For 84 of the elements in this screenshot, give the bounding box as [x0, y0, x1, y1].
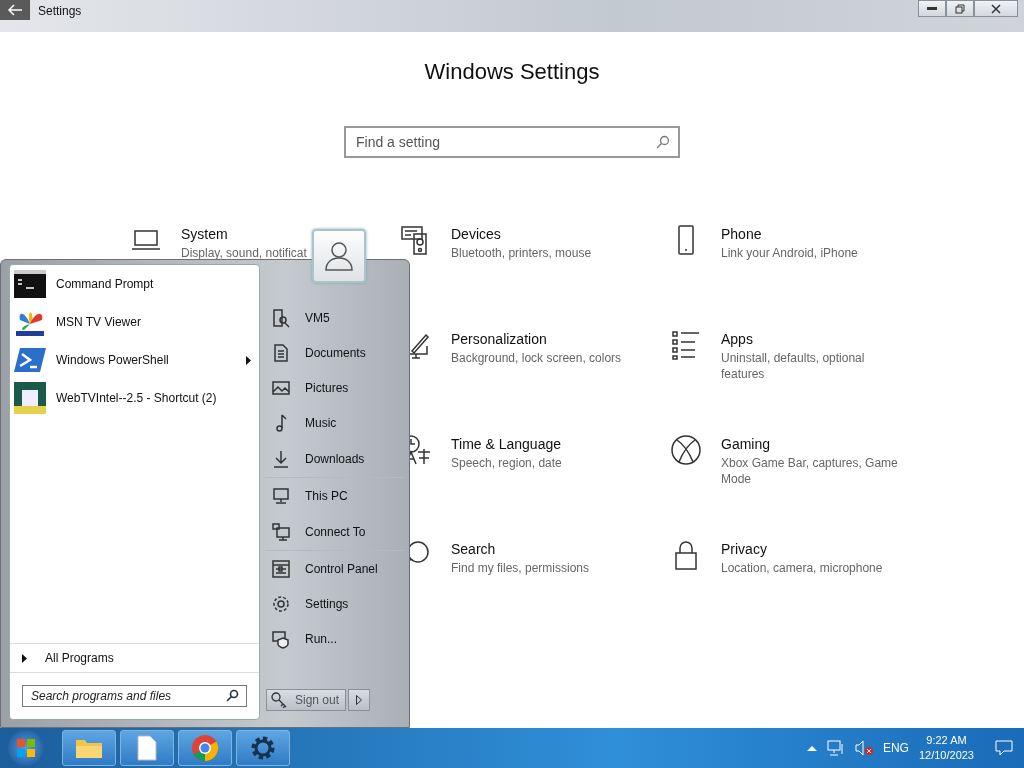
category-description: Link your Android, iPhone [721, 244, 858, 261]
chrome-button[interactable] [178, 730, 232, 766]
user-folder-icon [271, 307, 291, 328]
document-button[interactable] [120, 730, 174, 766]
category-description: Bluetooth, printers, mouse [451, 244, 592, 261]
program-item[interactable]: WebTVIntel--2.5 - Shortcut (2) [10, 379, 259, 417]
start-menu-link[interactable]: Downloads [265, 440, 405, 478]
folder-icon [75, 737, 103, 759]
windows-logo-icon [16, 738, 36, 758]
start-menu-link[interactable]: Pictures [265, 370, 405, 405]
category-title[interactable]: Devices [451, 225, 501, 243]
start-menu-link[interactable]: Connect To [265, 513, 405, 551]
right-arrow-icon [356, 695, 363, 705]
terminal-icon [14, 270, 46, 298]
all-programs-item[interactable]: All Programs [10, 643, 259, 673]
category-title[interactable]: Apps [721, 330, 753, 348]
shortcut-file-icon [14, 382, 46, 414]
window-title: Settings [38, 4, 82, 18]
restore-icon [955, 3, 965, 14]
clock-date[interactable]: 12/10/2023 [918, 748, 974, 763]
category-title[interactable]: Search [451, 540, 496, 558]
page-heading: Windows Settings [423, 59, 601, 85]
minimize-button[interactable] [918, 0, 946, 17]
user-silhouette-icon [325, 241, 353, 271]
start-menu-link[interactable]: Settings [265, 586, 405, 621]
network-icon [271, 521, 291, 542]
back-arrow-icon [7, 4, 23, 16]
category-description: Find my files, permissions [451, 559, 590, 576]
start-menu-link[interactable]: Music [265, 405, 405, 440]
category-description: Xbox Game Bar, captures, Game Mode [721, 454, 899, 487]
speech-bubble-icon [995, 740, 1013, 756]
program-item[interactable]: MSN TV Viewer [10, 303, 259, 341]
start-button[interactable] [8, 730, 44, 766]
settings-button[interactable] [236, 730, 290, 766]
category-title[interactable]: Gaming [721, 435, 771, 453]
category-title[interactable]: Time & Language [451, 435, 561, 453]
category-description: Background, lock screen, colors [451, 349, 622, 366]
category-description: Display, sound, notificat [181, 244, 307, 261]
category-title[interactable]: Privacy [721, 540, 767, 558]
program-search-field[interactable]: Search programs and files [22, 685, 247, 707]
start-menu-link[interactable]: Documents [265, 335, 405, 370]
submenu-arrow-icon [246, 355, 251, 365]
back-button[interactable] [0, 0, 30, 20]
minimize-icon [927, 6, 937, 11]
file-explorer-button[interactable] [62, 730, 116, 766]
expand-arrow-icon [22, 653, 27, 663]
search-icon [226, 689, 239, 702]
clock-time[interactable]: 9:22 AM [926, 733, 967, 748]
category-description: Location, camera, microphone [721, 559, 883, 576]
blank-file-icon [137, 735, 157, 761]
run-shield-icon [271, 628, 291, 649]
powershell-icon [14, 346, 46, 374]
download-icon [271, 448, 291, 469]
close-icon [991, 3, 1001, 14]
category-title[interactable]: Phone [721, 225, 762, 243]
user-avatar[interactable] [312, 229, 366, 283]
up-caret-icon[interactable] [806, 745, 817, 751]
control-panel-icon [271, 558, 291, 579]
gear-icon [271, 593, 291, 614]
monitor-icon [271, 485, 291, 506]
category-description: Uninstall, defaults, optional features [721, 349, 866, 382]
start-menu-link[interactable]: Run... [265, 621, 405, 656]
xbox-icon [670, 433, 702, 466]
category-title[interactable]: Personalization [451, 330, 547, 348]
key-icon [271, 692, 287, 708]
chrome-logo-icon [191, 734, 219, 762]
muted-speaker-icon[interactable] [854, 740, 873, 756]
restore-button[interactable] [946, 0, 974, 17]
close-button[interactable] [974, 0, 1018, 17]
search-field[interactable]: Find a setting [344, 125, 680, 158]
gear-icon [250, 735, 276, 761]
sign-out-button[interactable]: Sign out [266, 689, 347, 711]
program-item[interactable]: Windows PowerShell [10, 341, 259, 379]
category-title[interactable]: System [181, 225, 228, 243]
start-menu-link[interactable]: This PC [265, 478, 405, 513]
language-indicator[interactable]: ENG [882, 741, 909, 755]
apps-list-icon [670, 328, 702, 361]
category-description: Speech, region, date [451, 454, 562, 471]
search-icon [656, 134, 670, 149]
document-icon [271, 342, 291, 363]
start-menu-link[interactable]: VM5 [265, 300, 405, 335]
shutdown-options-button[interactable] [348, 689, 371, 711]
program-item[interactable]: Command Prompt [10, 265, 259, 303]
start-menu-link[interactable]: Control Panel [265, 551, 405, 586]
